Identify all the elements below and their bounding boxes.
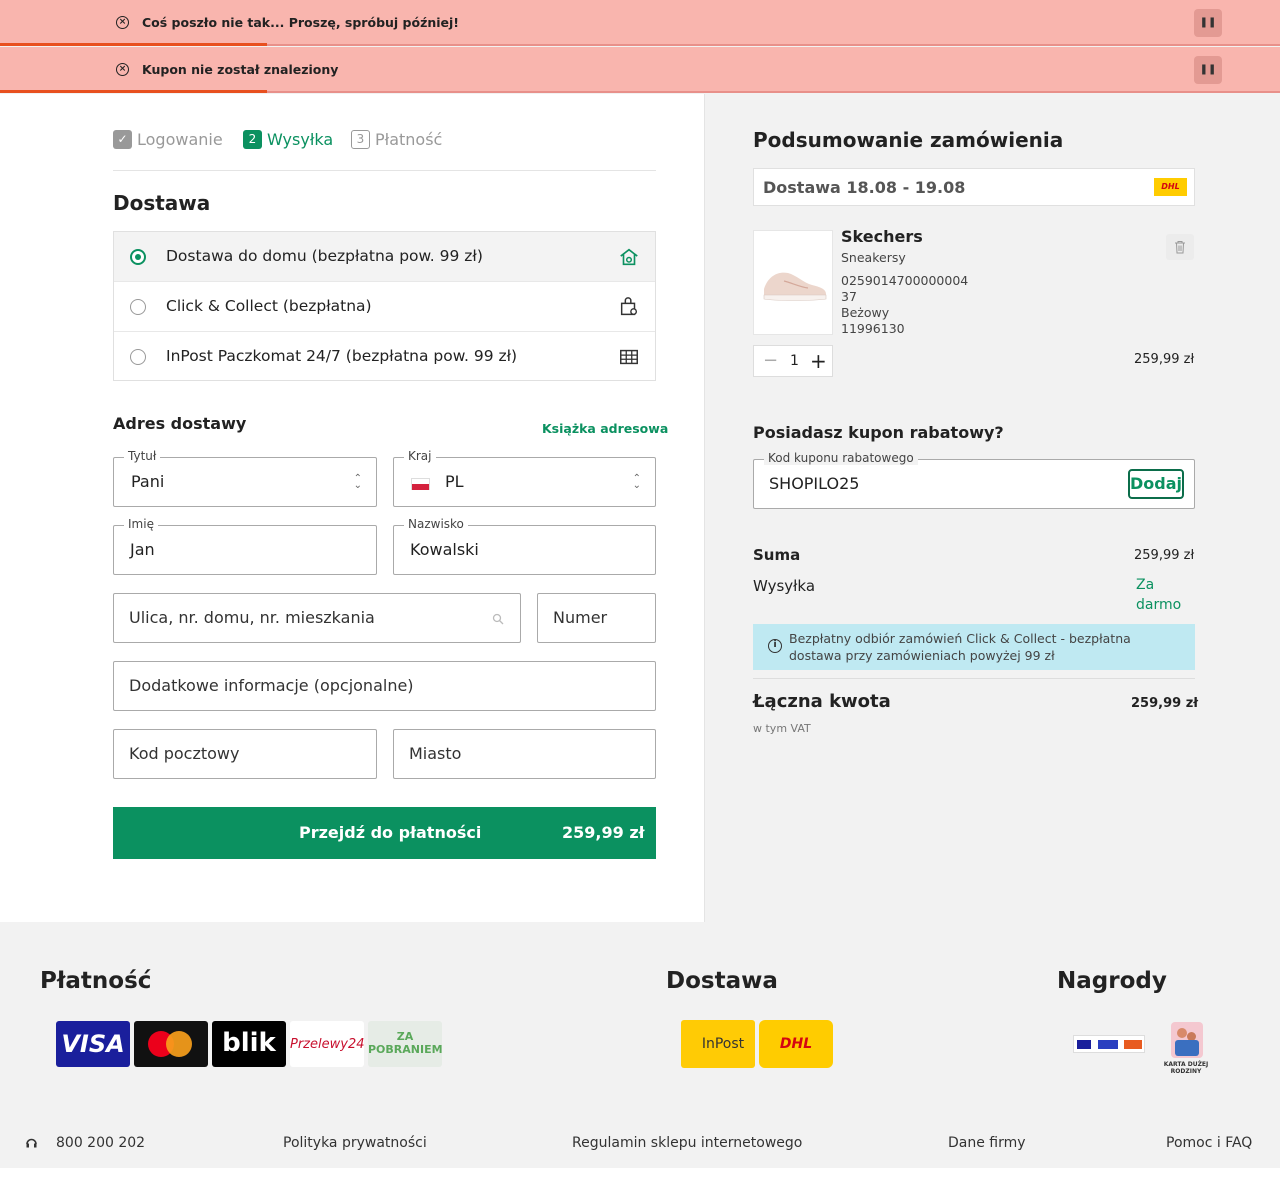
poland-flag-icon	[411, 478, 430, 490]
trash-icon	[1175, 241, 1185, 254]
first-name-field[interactable]: Imię Jan	[113, 517, 377, 575]
city-field[interactable]: Miasto	[393, 729, 656, 779]
extra-info-field[interactable]: Dodatkowe informacje (opcjonalne)	[113, 661, 656, 711]
error-alert: × Coś poszło nie tak... Proszę, spróbuj …	[0, 0, 1280, 46]
last-name-field[interactable]: Nazwisko Kowalski	[393, 517, 656, 575]
help-faq-link[interactable]: Pomoc i FAQ	[1166, 1135, 1252, 1151]
pause-button[interactable]: ❚❚	[1194, 56, 1222, 84]
verified-by-visa-mastercard-logo	[1073, 1035, 1145, 1053]
large-family-card-logo	[1167, 1020, 1207, 1060]
step-shipping[interactable]: 2 Wysyłka	[243, 130, 333, 149]
large-family-card-caption: KARTA DUŻEJ RODZINY	[1163, 1061, 1209, 1075]
headset-icon	[26, 1138, 37, 1148]
footer-delivery-title: Dostawa	[666, 968, 778, 994]
quantity-stepper: − 1 +	[753, 345, 833, 377]
step-login[interactable]: ✓ Logowanie	[113, 130, 223, 149]
order-summary-title: Podsumowanie zamówienia	[753, 128, 1064, 152]
total-label: Łączna kwota	[753, 691, 891, 712]
terms-link[interactable]: Regulamin sklepu internetowego	[572, 1135, 802, 1151]
home-icon	[620, 248, 638, 266]
info-icon: i	[768, 639, 782, 653]
product-price: 259,99 zł	[1134, 352, 1195, 367]
decrease-button[interactable]: −	[763, 350, 778, 371]
total-value: 259,99 zł	[1131, 696, 1199, 711]
alert-progress	[0, 43, 267, 46]
error-icon: ×	[116, 16, 129, 29]
footer-rewards-title: Nagrody	[1057, 968, 1167, 994]
delivery-option-home[interactable]: Dostawa do domu (bezpłatna pow. 99 zł)	[114, 232, 655, 282]
delivery-options: Dostawa do domu (bezpłatna pow. 99 zł) C…	[113, 231, 656, 381]
visa-logo: VISA	[56, 1021, 130, 1067]
house-number-field[interactable]: Numer	[537, 593, 656, 643]
pause-button[interactable]: ❚❚	[1194, 9, 1222, 37]
radio-selected[interactable]	[130, 249, 146, 265]
check-icon: ✓	[113, 130, 132, 149]
step-payment[interactable]: 3 Płatność	[351, 130, 442, 149]
error-icon: ×	[116, 63, 129, 76]
country-select[interactable]: Kraj PL ⌃ ⌄	[393, 449, 656, 507]
product-code: 11996130	[841, 321, 905, 336]
inpost-logo: InPost	[681, 1020, 755, 1068]
store-bag-icon	[620, 297, 638, 316]
street-field[interactable]: Ulica, nr. domu, nr. mieszkania	[113, 593, 521, 643]
mastercard-logo	[134, 1021, 208, 1067]
alert-progress	[0, 90, 267, 93]
product-image[interactable]	[753, 230, 833, 335]
product-color: Beżowy	[841, 305, 890, 320]
privacy-policy-link[interactable]: Polityka prywatności	[283, 1135, 427, 1151]
delivery-title: Dostawa	[113, 191, 211, 215]
address-title: Adres dostawy	[113, 414, 247, 433]
footer-payment-title: Płatność	[40, 968, 152, 994]
company-data-link[interactable]: Dane firmy	[948, 1135, 1026, 1151]
go-to-payment-button[interactable]: Przejdź do płatności 259,99 zł	[113, 807, 656, 859]
sum-value: 259,99 zł	[1134, 548, 1195, 563]
title-select[interactable]: Tytuł Pani ⌃ ⌄	[113, 449, 377, 507]
delete-button[interactable]	[1166, 234, 1194, 260]
product-category: Sneakersy	[841, 250, 906, 265]
chevron-updown-icon: ⌃ ⌄	[632, 473, 641, 491]
quantity-value: 1	[790, 353, 799, 369]
radio[interactable]	[130, 349, 146, 365]
product-brand[interactable]: Skechers	[841, 227, 923, 246]
coupon-alert: × Kupon nie został znaleziony ❚❚	[0, 47, 1280, 93]
phone-number[interactable]: 800 200 202	[56, 1135, 145, 1151]
shipping-value: darmo	[1136, 597, 1182, 613]
przelewy24-logo: Przelewy24	[290, 1021, 364, 1067]
shipping-label: Wysyłka	[753, 577, 816, 595]
delivery-window: Dostawa 18.08 - 19.08 DHL	[753, 168, 1195, 206]
shipping-value: Za	[1136, 577, 1155, 593]
zip-code-field[interactable]: Kod pocztowy	[113, 729, 377, 779]
checkout-form-panel	[0, 94, 704, 922]
apply-coupon-button[interactable]: Dodaj	[1128, 469, 1184, 499]
parcel-locker-icon	[620, 349, 638, 365]
radio[interactable]	[130, 299, 146, 315]
coupon-field[interactable]: Kod kuponu rabatowego SHOPILO25 Dodaj	[753, 451, 1195, 509]
alert-message: Kupon nie został znaleziony	[142, 62, 339, 77]
dhl-logo: DHL	[1154, 178, 1187, 196]
increase-button[interactable]: +	[810, 349, 827, 373]
address-book-link[interactable]: Książka adresowa	[542, 421, 668, 436]
alert-message: Coś poszło nie tak... Proszę, spróbuj pó…	[142, 15, 460, 30]
vat-note: w tym VAT	[753, 722, 811, 735]
product-sku: 0259014700000004	[841, 273, 969, 288]
coupon-question: Posiadasz kupon rabatowy?	[753, 423, 1004, 442]
chevron-updown-icon: ⌃ ⌄	[353, 473, 362, 491]
blik-logo: blik	[212, 1021, 286, 1067]
delivery-option-click-collect[interactable]: Click & Collect (bezpłatna)	[114, 282, 655, 332]
sneaker-image	[763, 272, 827, 301]
delivery-option-inpost[interactable]: InPost Paczkomat 24/7 (bezpłatna pow. 99…	[114, 332, 655, 382]
product-size: 37	[841, 289, 857, 304]
search-icon	[492, 613, 504, 625]
dhl-logo: DHL	[759, 1020, 833, 1068]
cash-on-delivery-logo: ZA POBRANIEM	[368, 1021, 443, 1067]
info-banner: i Bezpłatny odbiór zamówień Click & Coll…	[753, 624, 1195, 670]
sum-label: Suma	[753, 546, 801, 564]
